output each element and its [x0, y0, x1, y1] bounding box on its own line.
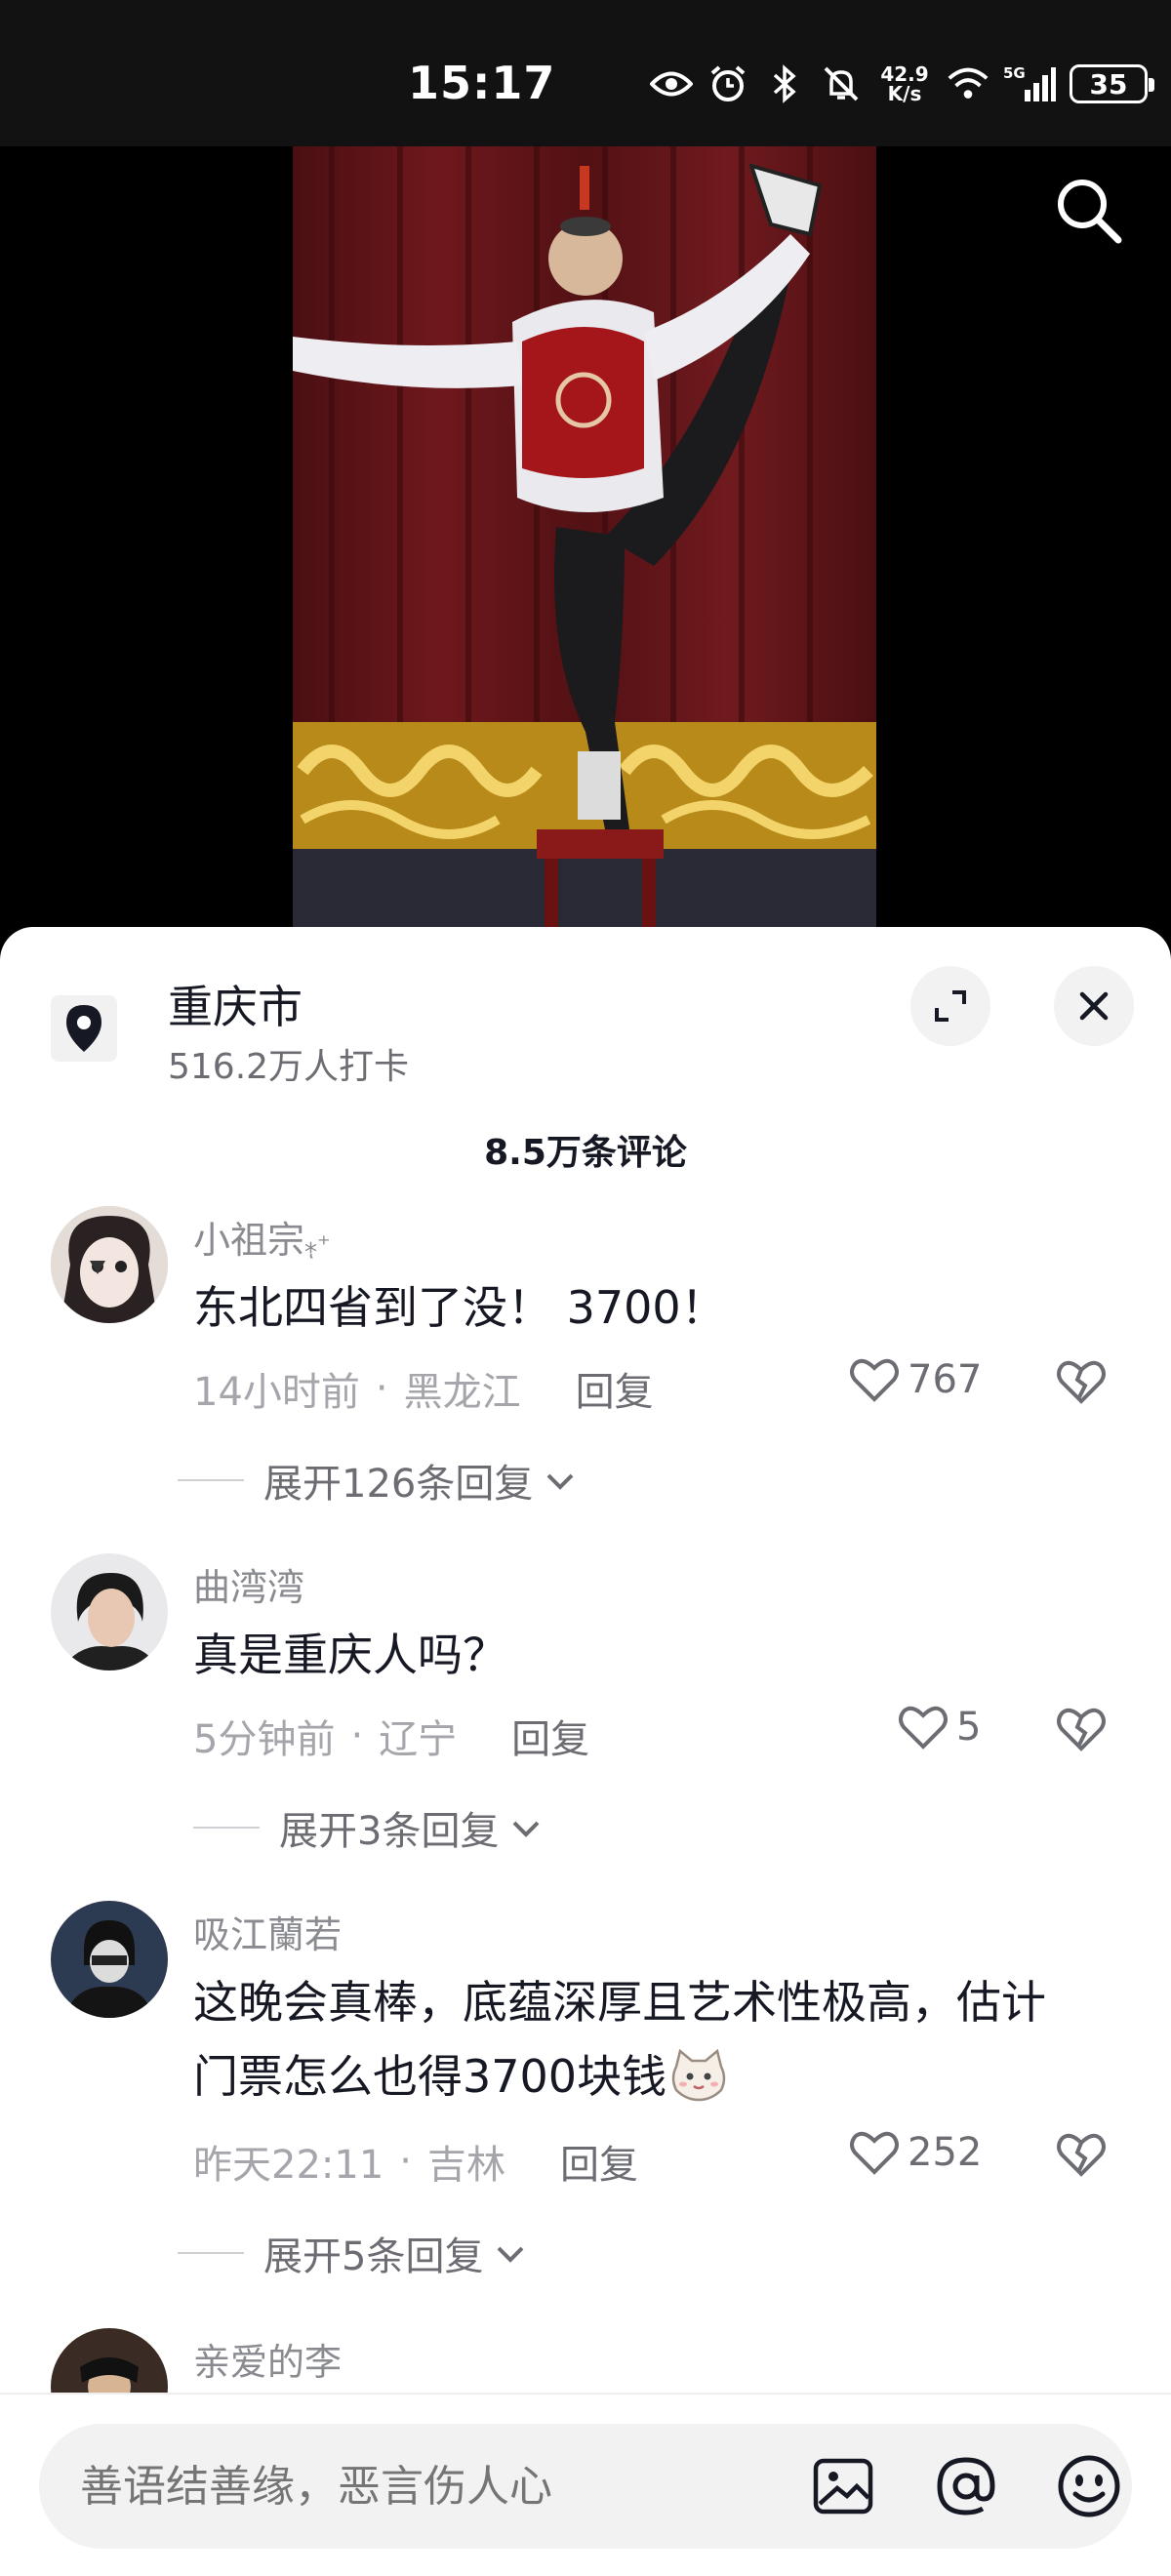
comment-text[interactable]: 这晚会真棒，底蕴深厚且艺术性极高，估计 门票怎么也得3700块钱: [193, 1965, 1120, 2113]
meta-dot: ·: [350, 1713, 364, 1758]
chevron-down-icon: [513, 1821, 540, 1837]
expand-replies-link[interactable]: 展开126条回复: [178, 1452, 580, 1509]
net-speed: 42.9 K/s: [876, 64, 933, 103]
mute-icon: [820, 62, 863, 105]
expand-replies-text[interactable]: 展开126条回复: [263, 1452, 533, 1509]
comment-input[interactable]: [80, 2463, 763, 2512]
emoji-button[interactable]: [1054, 2451, 1124, 2521]
comment-location: 黑龙江: [403, 1370, 521, 1415]
comment-time: 5分钟前: [193, 1717, 336, 1762]
wifi-icon: [947, 62, 989, 105]
performer-image: [293, 146, 876, 927]
expand-button[interactable]: [910, 966, 990, 1046]
comment-username[interactable]: 亲爱的李: [193, 2332, 342, 2386]
reply-button[interactable]: 回复: [511, 1708, 589, 1764]
location-name[interactable]: 重庆市: [168, 972, 303, 1036]
comment-text[interactable]: 东北四省到了没！ 3700！: [193, 1270, 1120, 1345]
reply-button[interactable]: 回复: [576, 1360, 654, 1417]
search-icon: [1058, 180, 1122, 244]
username-suffix: ⁎ͅ⁺: [304, 1230, 331, 1260]
like-count: 252: [908, 2130, 983, 2175]
comment-location: 辽宁: [379, 1717, 458, 1762]
comment-time: 昨天22:11: [193, 2143, 384, 2188]
status-icons: 42.9 K/s 5G 35: [650, 60, 1154, 107]
net-speed-unit: K/s: [887, 82, 922, 105]
comment-text-line: 这晚会真棒，底蕴深厚且艺术性极高，估计: [193, 1976, 1046, 2029]
signal-icon: 5G: [1003, 62, 1056, 105]
comment-text[interactable]: 真是重庆人吗？: [193, 1618, 1120, 1692]
like-count: 767: [908, 1357, 983, 1402]
net-speed-value: 42.9: [880, 62, 929, 86]
divider-line: [178, 1479, 244, 1481]
comment-time: 14小时前: [193, 1370, 360, 1415]
like-button[interactable]: 767: [847, 1352, 982, 1407]
location-header[interactable]: 重庆市 516.2万人打卡: [0, 927, 1171, 1103]
status-bar: 15:17 42.9 K/s 5G 35: [0, 0, 1171, 146]
status-time: 15:17: [408, 57, 556, 109]
bluetooth-icon: [763, 62, 806, 105]
broken-heart-icon[interactable]: [1054, 1702, 1109, 1756]
comment-count: 8.5万条评论: [484, 1133, 687, 1173]
svg-text:5G: 5G: [1003, 64, 1026, 82]
comment-username[interactable]: 小祖宗⁎ͅ⁺: [193, 1210, 331, 1264]
expand-replies-text[interactable]: 展开5条回复: [263, 2225, 483, 2281]
comment-username[interactable]: 曲湾湾: [193, 1557, 304, 1611]
comments-sheet: 重庆市 516.2万人打卡 8.5万条评论 小祖宗⁎ͅ⁺ 东北四省到了没！ 37…: [0, 927, 1171, 2576]
at-icon: [937, 2457, 995, 2516]
comment-meta: 14小时前 · 黑龙江 回复: [193, 1360, 654, 1417]
comment-location: 吉林: [427, 2143, 505, 2188]
comment-username[interactable]: 吸江蘭若: [193, 1905, 342, 1958]
image-button[interactable]: [808, 2451, 878, 2521]
meta-dot: ·: [399, 2139, 412, 2184]
heart-icon: [850, 1358, 899, 1402]
expand-replies-link[interactable]: 展开5条回复: [178, 2225, 530, 2281]
meta-dot: ·: [375, 1366, 388, 1411]
alarm-icon: [707, 62, 749, 105]
close-button[interactable]: [1054, 966, 1134, 1046]
divider-line: [193, 1827, 260, 1829]
location-thumb: [51, 995, 117, 1062]
like-button[interactable]: 252: [847, 2125, 982, 2180]
battery-icon: 35: [1070, 64, 1154, 103]
search-button[interactable]: [1044, 166, 1132, 254]
battery-level: 35: [1089, 67, 1128, 101]
broken-heart-icon[interactable]: [1054, 1354, 1109, 1409]
expand-icon: [935, 990, 966, 1022]
close-icon: [1079, 991, 1109, 1021]
comment-meta: 昨天22:11 · 吉林 回复: [193, 2133, 638, 2190]
video-player[interactable]: [0, 146, 1171, 927]
comment-input-area: [0, 2393, 1171, 2576]
location-checkins: 516.2万人打卡: [168, 1047, 410, 1087]
comment-input-bar[interactable]: [39, 2424, 1132, 2549]
chevron-down-icon: [498, 2246, 524, 2263]
cat-emoji-icon: [671, 2048, 726, 2102]
username-text[interactable]: 小祖宗: [193, 1219, 304, 1262]
heart-icon: [899, 1706, 948, 1750]
eye-icon: [650, 62, 693, 105]
avatar[interactable]: [51, 1206, 168, 1323]
like-count: 5: [956, 1705, 982, 1750]
broken-heart-icon[interactable]: [1054, 2127, 1109, 2182]
chevron-down-icon: [546, 1473, 574, 1490]
video-frame[interactable]: [293, 146, 876, 927]
map-pin-icon: [66, 1005, 101, 1052]
comment-meta: 5分钟前 · 辽宁 回复: [193, 1708, 589, 1764]
reply-button[interactable]: 回复: [560, 2133, 638, 2190]
avatar[interactable]: [51, 1553, 168, 1670]
divider-line: [178, 2252, 244, 2254]
comment-text-line: 门票怎么也得3700块钱: [193, 2039, 1120, 2113]
expand-replies-link[interactable]: 展开3条回复: [193, 1799, 545, 1856]
avatar[interactable]: [51, 1901, 168, 2018]
like-button[interactable]: 5: [896, 1700, 981, 1754]
expand-replies-text[interactable]: 展开3条回复: [279, 1799, 499, 1856]
comment-text-line2: 门票怎么也得3700块钱: [193, 2050, 667, 2103]
image-icon: [813, 2458, 873, 2515]
heart-icon: [850, 2131, 899, 2175]
mention-button[interactable]: [931, 2451, 1001, 2521]
emoji-icon: [1058, 2455, 1120, 2517]
